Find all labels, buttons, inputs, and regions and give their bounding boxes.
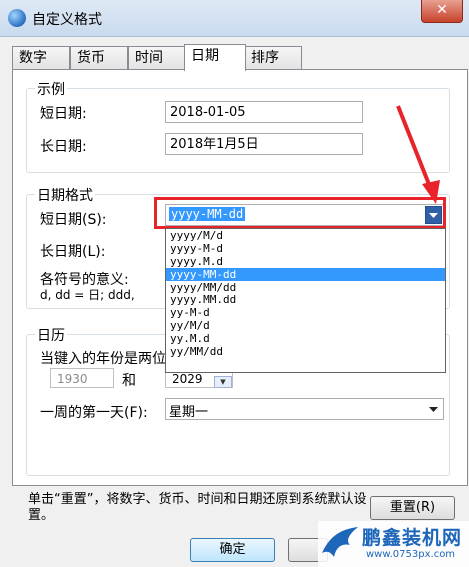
globe-icon xyxy=(8,9,26,27)
tab-currency[interactable]: 货币 xyxy=(70,46,128,69)
format-option[interactable]: yyyy.MM.dd xyxy=(166,293,445,307)
title-bar: 自定义格式 ✕ xyxy=(0,0,469,37)
reset-note: 单击“重置”，将数字、货币、时间和日期还原到系统默认设置。 xyxy=(28,492,367,523)
short-date-label: 短日期(S): xyxy=(40,212,107,228)
watermark: 鹏鑫装机网 www.0753px.com xyxy=(318,521,469,567)
format-option[interactable]: yy.M.d xyxy=(166,332,445,345)
short-date-example-field: 2018-01-05 xyxy=(165,101,363,123)
first-day-combobox[interactable]: 星期一 xyxy=(165,398,444,420)
watermark-brand: 鹏鑫装机网 xyxy=(362,527,463,549)
calendar-group-title: 日历 xyxy=(35,325,67,345)
short-date-example-label: 短日期: xyxy=(40,106,87,122)
format-option[interactable]: yyyy-M-d xyxy=(166,242,445,255)
format-option[interactable]: yy/M/d xyxy=(166,319,445,332)
format-option[interactable]: yyyy/M/d xyxy=(166,229,445,242)
format-option[interactable]: yy-M-d xyxy=(166,306,445,319)
reset-button[interactable]: 重置(R) xyxy=(370,496,455,520)
symbols-meaning-text: d, dd = 日; ddd, xyxy=(40,288,135,302)
eagle-logo-icon xyxy=(322,527,358,557)
format-option[interactable]: yyyy/MM/dd xyxy=(166,281,445,294)
tab-date[interactable]: 日期 xyxy=(184,44,246,71)
tab-sort[interactable]: 排序 xyxy=(244,46,302,69)
ok-button[interactable]: 确定 xyxy=(190,538,275,562)
year-to-value: 2029 xyxy=(172,372,203,386)
examples-group-title: 示例 xyxy=(35,79,67,99)
long-date-example-label: 长日期: xyxy=(40,139,87,155)
annotation-highlight-box xyxy=(154,197,446,229)
year-from-field: 1930 xyxy=(50,368,114,388)
two-digit-year-label: 当键入的年份是两位 xyxy=(40,351,166,367)
and-label: 和 xyxy=(122,373,136,389)
format-option[interactable]: yyyy.M.d xyxy=(166,255,445,268)
tab-time[interactable]: 时间 xyxy=(128,46,186,69)
tab-number[interactable]: 数字 xyxy=(12,46,70,69)
format-option[interactable]: yy/MM/dd xyxy=(166,345,445,358)
chevron-down-icon[interactable] xyxy=(425,400,442,418)
first-day-label: 一周的第一天(F): xyxy=(40,405,148,421)
close-button[interactable]: ✕ xyxy=(421,0,463,23)
first-day-value: 星期一 xyxy=(169,405,209,420)
long-date-example-field: 2018年1月5日 xyxy=(165,133,363,155)
long-date-label: 长日期(L): xyxy=(40,244,106,260)
date-formats-group-title: 日期格式 xyxy=(35,185,95,205)
format-option-selected[interactable]: yyyy-MM-dd xyxy=(166,267,445,281)
year-spin-down-icon[interactable]: ▼ xyxy=(214,376,232,388)
window-title: 自定义格式 xyxy=(32,12,102,28)
short-date-format-dropdown: yyyy/M/d yyyy-M-d yyyy.M.d yyyy-MM-dd yy… xyxy=(165,228,446,373)
watermark-url: www.0753px.com xyxy=(366,549,456,560)
